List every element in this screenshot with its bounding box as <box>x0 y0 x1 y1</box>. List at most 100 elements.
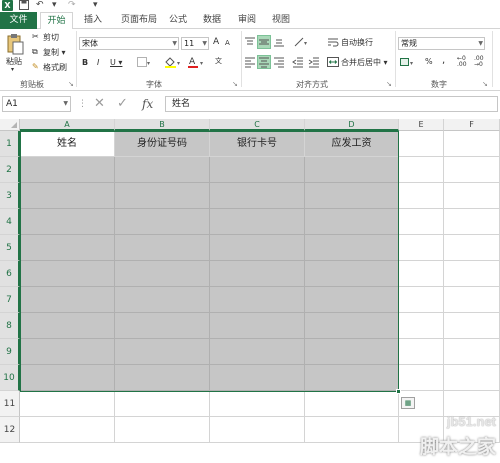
decrease-decimal-icon[interactable]: .00 →0 <box>474 56 484 68</box>
tab-page-layout[interactable]: 页面布局 <box>114 12 164 29</box>
table-cell[interactable] <box>444 209 500 235</box>
table-cell[interactable] <box>444 365 500 391</box>
table-cell[interactable] <box>399 339 444 365</box>
table-cell[interactable] <box>399 313 444 339</box>
fill-handle[interactable] <box>396 389 401 394</box>
header-cell[interactable]: 应发工资 <box>305 131 399 157</box>
table-cell[interactable] <box>210 391 305 417</box>
table-cell[interactable] <box>20 235 115 261</box>
table-cell[interactable] <box>115 417 210 443</box>
table-cell[interactable] <box>305 417 399 443</box>
header-cell[interactable]: 身份证号码 <box>115 131 210 157</box>
align-bottom-icon[interactable] <box>273 36 285 50</box>
table-cell[interactable] <box>444 235 500 261</box>
customize-quick-access-button[interactable]: ▾ <box>93 0 98 11</box>
copy-button[interactable]: 复制 ▾ <box>43 47 66 58</box>
format-painter-icon[interactable]: ✎ <box>32 62 39 71</box>
table-cell[interactable] <box>20 339 115 365</box>
column-header-b[interactable]: B <box>115 119 210 131</box>
undo-dropdown-icon[interactable]: ▾ <box>52 0 57 11</box>
table-cell[interactable] <box>115 339 210 365</box>
formula-input[interactable]: 姓名 <box>165 96 498 112</box>
row-header-7[interactable]: 7 <box>0 287 20 313</box>
font-name-select[interactable]: 宋体 ▼ <box>79 37 179 50</box>
table-cell[interactable] <box>444 131 500 157</box>
paste-icon[interactable] <box>4 33 26 55</box>
font-launcher-icon[interactable]: ↘ <box>232 80 238 88</box>
orientation-icon[interactable]: ▾ <box>294 36 312 50</box>
table-cell[interactable] <box>210 417 305 443</box>
italic-button[interactable]: I <box>97 58 99 67</box>
paste-dropdown-icon[interactable]: ▾ <box>11 66 14 73</box>
font-size-select[interactable]: 11 ▼ <box>181 37 209 50</box>
align-right-icon[interactable] <box>273 56 285 70</box>
row-header-3[interactable]: 3 <box>0 183 20 209</box>
row-header-12[interactable]: 12 <box>0 417 20 443</box>
cut-icon[interactable]: ✂ <box>32 32 39 41</box>
table-cell[interactable] <box>20 287 115 313</box>
table-cell[interactable] <box>115 183 210 209</box>
tab-home[interactable]: 开始 <box>40 12 73 30</box>
table-cell[interactable] <box>305 209 399 235</box>
table-cell[interactable] <box>399 235 444 261</box>
table-cell[interactable] <box>115 235 210 261</box>
drag-handle-icon[interactable]: ⋮ <box>78 96 87 112</box>
copy-icon[interactable]: ⧉ <box>32 47 38 57</box>
table-cell[interactable] <box>399 209 444 235</box>
table-cell[interactable] <box>399 287 444 313</box>
increase-decimal-icon[interactable]: ←0.00 <box>457 56 467 68</box>
align-left-icon[interactable] <box>244 56 256 70</box>
row-header-2[interactable]: 2 <box>0 157 20 183</box>
row-header-5[interactable]: 5 <box>0 235 20 261</box>
phonetic-wen-button[interactable]: 文 <box>215 56 222 66</box>
table-cell[interactable] <box>20 183 115 209</box>
table-cell[interactable] <box>210 235 305 261</box>
tab-insert[interactable]: 插入 <box>80 12 106 29</box>
align-top-icon[interactable] <box>244 36 256 50</box>
table-cell[interactable] <box>115 391 210 417</box>
quick-analysis-icon[interactable]: ▦ <box>401 397 415 409</box>
table-cell[interactable] <box>305 183 399 209</box>
number-format-select[interactable]: 常规 ▼ <box>398 37 485 50</box>
column-header-a[interactable]: A <box>20 119 115 131</box>
table-cell[interactable] <box>444 313 500 339</box>
shrink-font-button[interactable]: A <box>225 39 230 47</box>
table-cell[interactable] <box>115 157 210 183</box>
merge-center-button[interactable]: 合并后居中 ▾ <box>341 57 388 68</box>
tab-file[interactable]: 文件 <box>0 12 37 29</box>
chevron-down-icon[interactable]: ▼ <box>63 97 68 111</box>
table-cell[interactable] <box>305 261 399 287</box>
table-cell[interactable] <box>210 287 305 313</box>
header-cell[interactable]: 银行卡号 <box>210 131 305 157</box>
borders-icon[interactable]: ▾ <box>137 57 151 69</box>
table-cell[interactable] <box>399 261 444 287</box>
percent-button[interactable]: % <box>425 57 433 66</box>
table-cell[interactable] <box>20 261 115 287</box>
table-cell[interactable] <box>305 287 399 313</box>
table-cell[interactable] <box>210 261 305 287</box>
undo-button[interactable]: ↶ <box>36 0 44 11</box>
table-cell[interactable] <box>305 391 399 417</box>
tab-review[interactable]: 审阅 <box>234 12 260 29</box>
tab-data[interactable]: 数据 <box>199 12 225 29</box>
tab-formulas[interactable]: 公式 <box>166 12 190 29</box>
currency-icon[interactable]: ▾ <box>400 57 416 69</box>
row-header-8[interactable]: 8 <box>0 313 20 339</box>
table-cell[interactable] <box>210 209 305 235</box>
merge-center-icon[interactable] <box>327 57 339 69</box>
table-cell[interactable] <box>444 157 500 183</box>
cancel-formula-button[interactable]: ✕ <box>94 96 105 112</box>
table-cell[interactable] <box>115 313 210 339</box>
name-box[interactable]: A1 ▼ <box>2 96 71 112</box>
table-cell[interactable] <box>115 287 210 313</box>
table-cell[interactable] <box>305 235 399 261</box>
table-cell[interactable] <box>210 339 305 365</box>
table-cell[interactable] <box>20 209 115 235</box>
table-cell[interactable] <box>210 365 305 391</box>
row-header-4[interactable]: 4 <box>0 209 20 235</box>
table-cell[interactable] <box>20 391 115 417</box>
fill-color-icon[interactable]: ▾ <box>164 56 182 70</box>
table-cell[interactable] <box>305 339 399 365</box>
row-header-11[interactable]: 11 <box>0 391 20 417</box>
wrap-text-icon[interactable] <box>327 37 339 49</box>
